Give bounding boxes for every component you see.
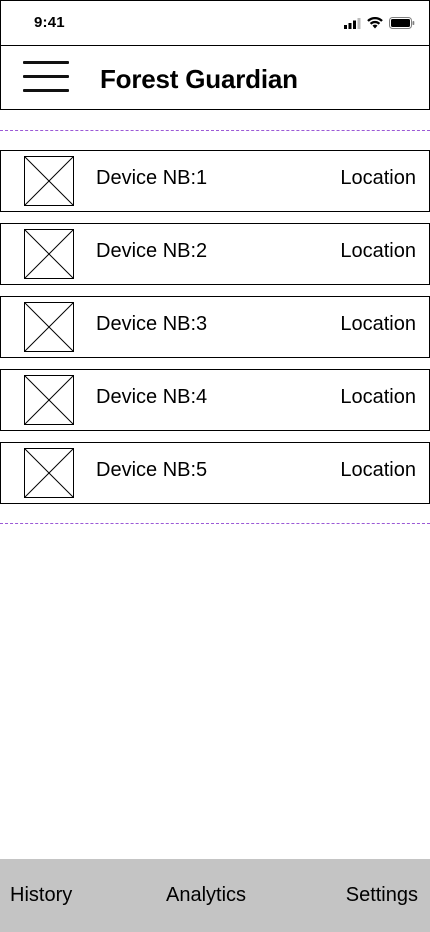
bottom-nav: History Analytics Settings — [0, 859, 430, 932]
device-location: Location — [340, 313, 416, 335]
device-row[interactable]: Device NB:5 Location — [0, 442, 430, 504]
status-time: 9:41 — [34, 14, 65, 31]
cellular-signal-icon — [344, 17, 361, 29]
device-name: Device NB:4 — [96, 386, 208, 408]
device-row[interactable]: Device NB:3 Location — [0, 296, 430, 358]
image-placeholder-icon — [24, 229, 74, 279]
battery-icon — [389, 17, 415, 29]
status-bar: 9:41 — [0, 0, 430, 46]
device-row[interactable]: Device NB:1 Location — [0, 150, 430, 212]
device-row[interactable]: Device NB:2 Location — [0, 223, 430, 285]
device-name: Device NB:1 — [96, 167, 208, 189]
device-location: Location — [340, 386, 416, 408]
image-placeholder-icon — [24, 448, 74, 498]
image-placeholder-icon — [24, 375, 74, 425]
app-header: Forest Guardian — [0, 45, 430, 110]
device-row[interactable]: Device NB:4 Location — [0, 369, 430, 431]
nav-analytics[interactable]: Analytics — [166, 884, 246, 907]
screen: 9:41 Forest Guardian Device NB:1 Locatio… — [0, 0, 430, 932]
app-title: Forest Guardian — [100, 64, 298, 94]
status-icons — [344, 16, 415, 30]
list-top-divider — [0, 130, 430, 131]
device-name: Device NB:3 — [96, 313, 208, 335]
hamburger-menu-icon[interactable] — [23, 59, 71, 95]
wifi-icon — [367, 17, 383, 29]
image-placeholder-icon — [24, 302, 74, 352]
nav-history[interactable]: History — [10, 884, 72, 907]
device-location: Location — [340, 459, 416, 481]
device-name: Device NB:5 — [96, 459, 208, 481]
list-bottom-divider — [0, 523, 430, 524]
device-name: Device NB:2 — [96, 240, 208, 262]
image-placeholder-icon — [24, 156, 74, 206]
device-location: Location — [340, 240, 416, 262]
device-location: Location — [340, 167, 416, 189]
nav-settings[interactable]: Settings — [346, 884, 418, 907]
